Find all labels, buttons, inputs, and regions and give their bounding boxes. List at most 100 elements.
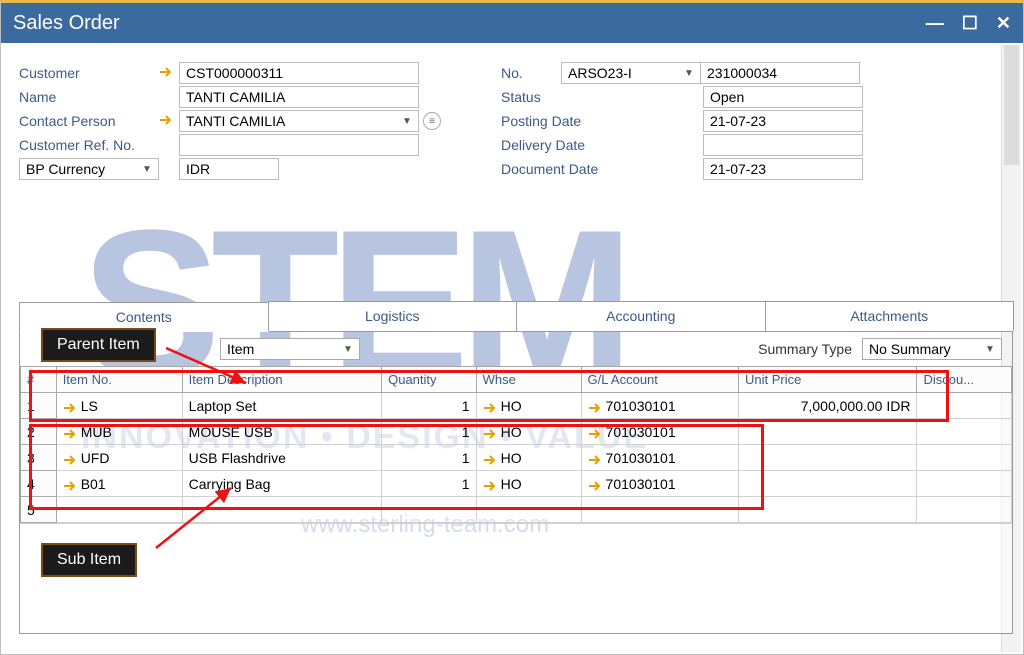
doc-no-field[interactable]: 231000034 xyxy=(700,62,860,84)
cell-item-desc[interactable]: Carrying Bag xyxy=(182,471,381,497)
cell-whse[interactable]: HO xyxy=(476,445,581,471)
link-arrow-icon[interactable] xyxy=(63,401,77,413)
cell-qty[interactable] xyxy=(382,497,476,523)
minimize-icon[interactable]: — xyxy=(926,13,944,34)
cell-item-desc[interactable]: USB Flashdrive xyxy=(182,445,381,471)
cell-gl[interactable]: 701030101 xyxy=(581,419,738,445)
cell-item-desc[interactable]: Laptop Set xyxy=(182,393,381,419)
cell-item-desc[interactable]: MOUSE USB xyxy=(182,419,381,445)
ref-field[interactable] xyxy=(179,134,419,156)
cell-unit-price[interactable] xyxy=(739,419,917,445)
chevron-down-icon[interactable]: ▼ xyxy=(398,112,416,130)
col-gl[interactable]: G/L Account xyxy=(581,367,738,393)
tab-logistics[interactable]: Logistics xyxy=(268,301,518,331)
grid-toolbar: Item ▼ Summary Type No Summary ▼ xyxy=(19,332,1013,366)
table-row[interactable]: 3UFDUSB Flashdrive1HO701030101 xyxy=(21,445,1012,471)
maximize-icon[interactable]: ☐ xyxy=(962,13,978,34)
cell-item-no[interactable] xyxy=(56,497,182,523)
chevron-down-icon[interactable]: ▼ xyxy=(981,340,999,358)
link-arrow-icon[interactable] xyxy=(63,479,77,491)
customer-label: Customer xyxy=(19,65,159,81)
cell-gl[interactable]: 701030101 xyxy=(581,393,738,419)
chevron-down-icon[interactable]: ▼ xyxy=(339,340,357,358)
details-icon[interactable]: ≡ xyxy=(423,112,441,130)
link-arrow-icon[interactable] xyxy=(63,427,77,439)
link-arrow-icon[interactable] xyxy=(588,401,602,413)
tab-accounting[interactable]: Accounting xyxy=(516,301,766,331)
link-arrow-icon[interactable] xyxy=(63,453,77,465)
cell-discount[interactable] xyxy=(917,419,1012,445)
cell-unit-price[interactable] xyxy=(739,471,917,497)
link-arrow-icon[interactable] xyxy=(483,427,497,439)
cell-whse[interactable]: HO xyxy=(476,471,581,497)
header-left-column: Customer CST000000311 Name TANTI CAMILIA… xyxy=(19,61,441,181)
document-date-label: Document Date xyxy=(501,161,703,177)
link-arrow-icon[interactable] xyxy=(159,65,175,81)
cell-item-no[interactable]: LS xyxy=(56,393,182,419)
col-num[interactable]: # xyxy=(21,367,57,393)
delivery-date-field[interactable] xyxy=(703,134,863,156)
link-arrow-icon[interactable] xyxy=(588,427,602,439)
window-title: Sales Order xyxy=(13,12,120,35)
delivery-date-label: Delivery Date xyxy=(501,137,703,153)
col-discount[interactable]: Discou... xyxy=(917,367,1012,393)
row-number: 1 xyxy=(21,393,57,419)
no-series-field[interactable]: ARSO23-I ▼ xyxy=(561,62,701,84)
item-type-select[interactable]: Item ▼ xyxy=(220,338,360,360)
cell-whse[interactable] xyxy=(476,497,581,523)
row-number: 4 xyxy=(21,471,57,497)
tab-attachments[interactable]: Attachments xyxy=(765,301,1015,331)
cell-gl[interactable]: 701030101 xyxy=(581,445,738,471)
row-number: 3 xyxy=(21,445,57,471)
table-row[interactable]: 4B01Carrying Bag1HO701030101 xyxy=(21,471,1012,497)
cell-item-no[interactable]: B01 xyxy=(56,471,182,497)
table-row[interactable]: 5 xyxy=(21,497,1012,523)
cell-whse[interactable]: HO xyxy=(476,393,581,419)
chevron-down-icon[interactable]: ▼ xyxy=(138,160,156,178)
col-unit-price[interactable]: Unit Price xyxy=(739,367,917,393)
cell-gl[interactable]: 701030101 xyxy=(581,471,738,497)
header-form: Customer CST000000311 Name TANTI CAMILIA… xyxy=(19,61,1013,181)
customer-field[interactable]: CST000000311 xyxy=(179,62,419,84)
cell-qty[interactable]: 1 xyxy=(382,419,476,445)
link-arrow-icon[interactable] xyxy=(588,453,602,465)
table-row[interactable]: 1LSLaptop Set1HO7010301017,000,000.00 ID… xyxy=(21,393,1012,419)
link-arrow-icon[interactable] xyxy=(483,479,497,491)
col-item-desc[interactable]: Item Description xyxy=(182,367,381,393)
cell-discount[interactable] xyxy=(917,445,1012,471)
cell-qty[interactable]: 1 xyxy=(382,471,476,497)
document-date-field[interactable]: 21-07-23 xyxy=(703,158,863,180)
cell-gl[interactable] xyxy=(581,497,738,523)
summary-type-select[interactable]: No Summary ▼ xyxy=(862,338,1002,360)
link-arrow-icon[interactable] xyxy=(483,453,497,465)
cell-qty[interactable]: 1 xyxy=(382,445,476,471)
link-arrow-icon[interactable] xyxy=(483,401,497,413)
items-grid: # Item No. Item Description Quantity Whs… xyxy=(19,366,1013,634)
posting-date-field[interactable]: 21-07-23 xyxy=(703,110,863,132)
name-field[interactable]: TANTI CAMILIA xyxy=(179,86,419,108)
cell-item-desc[interactable] xyxy=(182,497,381,523)
cell-item-no[interactable]: MUB xyxy=(56,419,182,445)
contact-field[interactable]: TANTI CAMILIA ▼ xyxy=(179,110,419,132)
cell-unit-price[interactable] xyxy=(739,445,917,471)
table-row[interactable]: 2MUBMOUSE USB1HO701030101 xyxy=(21,419,1012,445)
header-right-column: No. ARSO23-I ▼ 231000034 Status Open Pos… xyxy=(501,61,863,181)
cell-unit-price[interactable]: 7,000,000.00 IDR xyxy=(739,393,917,419)
close-icon[interactable]: ✕ xyxy=(996,13,1011,34)
col-item-no[interactable]: Item No. xyxy=(56,367,182,393)
cell-discount[interactable] xyxy=(917,393,1012,419)
currency-type-field[interactable]: BP Currency ▼ xyxy=(19,158,159,180)
annotation-parent-item: Parent Item xyxy=(41,328,156,362)
cell-qty[interactable]: 1 xyxy=(382,393,476,419)
cell-item-no[interactable]: UFD xyxy=(56,445,182,471)
link-arrow-icon[interactable] xyxy=(588,479,602,491)
cell-discount[interactable] xyxy=(917,497,1012,523)
currency-field[interactable]: IDR xyxy=(179,158,279,180)
chevron-down-icon[interactable]: ▼ xyxy=(680,64,698,82)
cell-discount[interactable] xyxy=(917,471,1012,497)
cell-unit-price[interactable] xyxy=(739,497,917,523)
col-qty[interactable]: Quantity xyxy=(382,367,476,393)
col-whse[interactable]: Whse xyxy=(476,367,581,393)
cell-whse[interactable]: HO xyxy=(476,419,581,445)
link-arrow-icon[interactable] xyxy=(159,113,175,129)
